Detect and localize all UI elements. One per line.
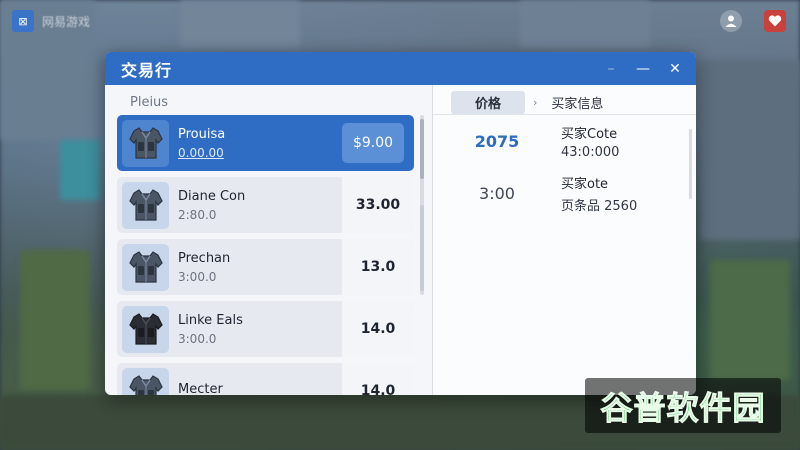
tab-price[interactable]: 价格 bbox=[451, 91, 526, 114]
user-icon[interactable] bbox=[720, 10, 742, 32]
window-titlebar: 交易行 – — ✕ bbox=[105, 52, 696, 85]
item-subtext: 3:00.0 bbox=[178, 269, 217, 284]
item-name: Diane Con bbox=[178, 188, 246, 204]
armor-vest-icon bbox=[122, 119, 169, 167]
game-logo-icon[interactable]: ⊠ bbox=[12, 10, 34, 32]
scrollbar-track bbox=[420, 205, 424, 291]
offer-seller: 买家Cote bbox=[561, 126, 618, 142]
background-building bbox=[520, 0, 650, 48]
item-list-panel: Pleius Prouisa 0.00.00 $9.00 Diane Con 2:80.… bbox=[105, 85, 432, 395]
list-item[interactable]: Diane Con 2:80.0 33.00 bbox=[117, 177, 414, 233]
background-tree bbox=[20, 250, 90, 390]
list-item[interactable]: Prechan 3:00.0 13.0 bbox=[117, 239, 414, 295]
item-name: Mecter bbox=[178, 381, 223, 396]
item-text: Mecter bbox=[169, 382, 342, 396]
list-item[interactable]: Mecter 14.0 bbox=[117, 363, 414, 395]
item-name: Linke Eals bbox=[178, 312, 243, 328]
item-subtext: 0.00.00 bbox=[178, 145, 224, 160]
item-list: Prouisa 0.00.00 $9.00 Diane Con 2:80.0 33.00 P… bbox=[115, 115, 432, 395]
list-item[interactable]: Linke Eals 3:00.0 14.0 bbox=[117, 301, 414, 357]
detail-scrollbar[interactable] bbox=[689, 129, 692, 199]
detail-tabs: 价格 › 买家信息 bbox=[433, 85, 696, 115]
item-text: Prouisa 0.00.00 bbox=[169, 127, 342, 160]
collapse-button[interactable]: – bbox=[602, 60, 620, 78]
item-subtext: 2:80.0 bbox=[178, 207, 217, 222]
minimize-button[interactable]: — bbox=[634, 60, 652, 78]
trade-window: 交易行 – — ✕ Pleius Prouisa 0.00.00 $9.00 Dian… bbox=[105, 52, 696, 395]
list-header: Pleius bbox=[130, 95, 169, 110]
background-building bbox=[180, 0, 300, 48]
background-building bbox=[700, 60, 800, 240]
offer-price: 3:00 bbox=[479, 183, 515, 203]
item-name: Prouisa bbox=[178, 126, 226, 142]
watermark-text: 谷普软件园 bbox=[600, 388, 766, 427]
offer-row[interactable]: 3:00 买家ote 页条品 2560 bbox=[433, 167, 696, 219]
offer-seller: 买家ote bbox=[561, 176, 609, 192]
item-price: 14.0 bbox=[342, 363, 414, 395]
black-armor-vest-icon bbox=[122, 305, 169, 353]
background-sign bbox=[60, 140, 100, 200]
item-price: 13.0 bbox=[342, 239, 414, 295]
list-item[interactable]: Prouisa 0.00.00 $9.00 bbox=[117, 115, 414, 171]
offer-info: 买家Cote 43:0:000 bbox=[543, 123, 619, 160]
site-watermark: 谷普软件园 bbox=[585, 378, 781, 433]
item-text: Linke Eals 3:00.0 bbox=[169, 313, 342, 346]
offer-row[interactable]: 2075 买家Cote 43:0:000 bbox=[433, 115, 696, 167]
hud-label: 网易游戏 bbox=[42, 14, 91, 29]
offer-info: 买家ote 页条品 2560 bbox=[543, 173, 637, 214]
item-text: Prechan 3:00.0 bbox=[169, 251, 342, 284]
armor-vest-icon bbox=[122, 367, 169, 395]
item-price: $9.00 bbox=[342, 123, 404, 163]
close-button[interactable]: ✕ bbox=[666, 60, 684, 78]
item-price: 14.0 bbox=[342, 301, 414, 357]
item-name: Prechan bbox=[178, 250, 231, 266]
chevron-right-icon: › bbox=[533, 96, 538, 109]
background-tree bbox=[710, 260, 790, 380]
offer-detail: 43:0:000 bbox=[561, 144, 620, 160]
scrollbar-thumb[interactable] bbox=[420, 119, 424, 179]
window-title: 交易行 bbox=[121, 60, 173, 80]
item-text: Diane Con 2:80.0 bbox=[169, 189, 342, 222]
list-scrollbar[interactable] bbox=[420, 115, 424, 295]
offer-list: 2075 买家Cote 43:0:000 3:00 买家ote 页条品 2560 bbox=[433, 115, 696, 219]
window-controls: – — ✕ bbox=[602, 60, 684, 78]
hud-top-right bbox=[720, 10, 786, 32]
armor-vest-icon bbox=[122, 243, 169, 291]
tab-seller-info[interactable]: 买家信息 bbox=[545, 91, 609, 114]
hud-top-left: ⊠ 网易游戏 bbox=[12, 10, 90, 32]
heart-icon[interactable] bbox=[764, 10, 786, 32]
offer-detail: 页条品 2560 bbox=[561, 198, 638, 214]
item-subtext: 3:00.0 bbox=[178, 331, 217, 346]
detail-panel: 价格 › 买家信息 2075 买家Cote 43:0:000 3:00 买家ote 页条品… bbox=[432, 85, 696, 395]
armor-vest-icon bbox=[122, 181, 169, 229]
offer-price: 2075 bbox=[474, 131, 520, 151]
item-price: 33.00 bbox=[342, 177, 414, 233]
